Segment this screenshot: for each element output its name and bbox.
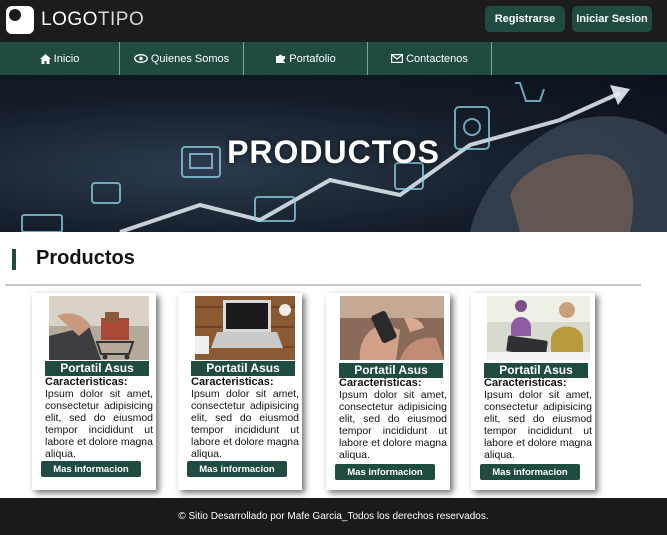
hero-title: PRODUCTOS (227, 134, 440, 170)
products-section: Productos Portatil Asus Caracteristicas:… (0, 232, 667, 498)
product-image (487, 296, 590, 360)
page-footer: © Sitio Desarrollado por Mafe Garcia_Tod… (0, 498, 667, 535)
nav-item-portafolio[interactable]: Portafolio (244, 42, 368, 75)
login-button[interactable]: Iniciar Sesion (572, 6, 652, 32)
more-info-button[interactable]: Mas informacion (480, 464, 580, 480)
logo-icon[interactable] (6, 6, 34, 34)
more-info-button[interactable]: Mas informacion (187, 461, 287, 477)
product-image (340, 296, 444, 360)
product-title: Portatil Asus (339, 363, 443, 378)
product-features-label: Caracteristicas: (191, 376, 274, 388)
nav-item-contactenos[interactable]: Contactenos (368, 42, 492, 75)
puzzle-icon (275, 53, 286, 64)
logo-text-bold: LOGO (41, 9, 98, 30)
envelope-icon (391, 54, 404, 63)
nav-label: Contactenos (406, 52, 468, 65)
section-divider (5, 284, 641, 286)
product-card: Portatil Asus Caracteristicas: Ipsum dol… (471, 293, 595, 490)
top-header: LOGOTIPO Registrarse Iniciar Sesion (0, 0, 667, 42)
nav-label: Quienes Somos (150, 52, 230, 65)
product-features-label: Caracteristicas: (484, 377, 567, 389)
hero-banner: PRODUCTOS (0, 75, 667, 232)
home-icon (39, 53, 51, 64)
product-image (49, 296, 149, 360)
product-description: Ipsum dolor sit amet, consectetur adipis… (484, 389, 592, 461)
section-title: Productos (36, 247, 135, 269)
product-card: Portatil Asus Caracteristicas: Ipsum dol… (32, 293, 156, 490)
nav-item-inicio[interactable]: Inicio (0, 42, 120, 75)
nav-label: Inicio (53, 52, 80, 65)
nav-item-quienes-somos[interactable]: Quienes Somos (120, 42, 244, 75)
eye-icon (133, 54, 148, 63)
register-button[interactable]: Registrarse (485, 6, 565, 32)
product-image (195, 296, 295, 360)
logo-text-light: TIPO (97, 9, 145, 30)
more-info-button[interactable]: Mas informacion (41, 461, 141, 477)
product-title: Portatil Asus (484, 363, 588, 378)
more-info-button[interactable]: Mas informacion (335, 464, 435, 480)
product-description: Ipsum dolor sit amet, consectetur adipis… (191, 388, 299, 460)
product-description: Ipsum dolor sit amet, consectetur adipis… (339, 389, 447, 461)
product-card: Portatil Asus Caracteristicas: Ipsum dol… (178, 293, 302, 490)
product-description: Ipsum dolor sit amet, consectetur adipis… (45, 388, 153, 460)
footer-copyright: © Sitio Desarrollado por Mafe Garcia_Tod… (178, 511, 489, 522)
product-card: Portatil Asus Caracteristicas: Ipsum dol… (326, 293, 450, 490)
section-accent-bar (12, 249, 16, 270)
product-title: Portatil Asus (45, 361, 149, 376)
product-title: Portatil Asus (191, 361, 295, 376)
nav-label: Portafolio (289, 52, 336, 65)
main-nav: Inicio Quienes Somos Portafolio Contacte… (0, 42, 667, 75)
logo-text[interactable]: LOGOTIPO (41, 9, 144, 31)
product-features-label: Caracteristicas: (339, 377, 422, 389)
product-features-label: Caracteristicas: (45, 376, 128, 388)
